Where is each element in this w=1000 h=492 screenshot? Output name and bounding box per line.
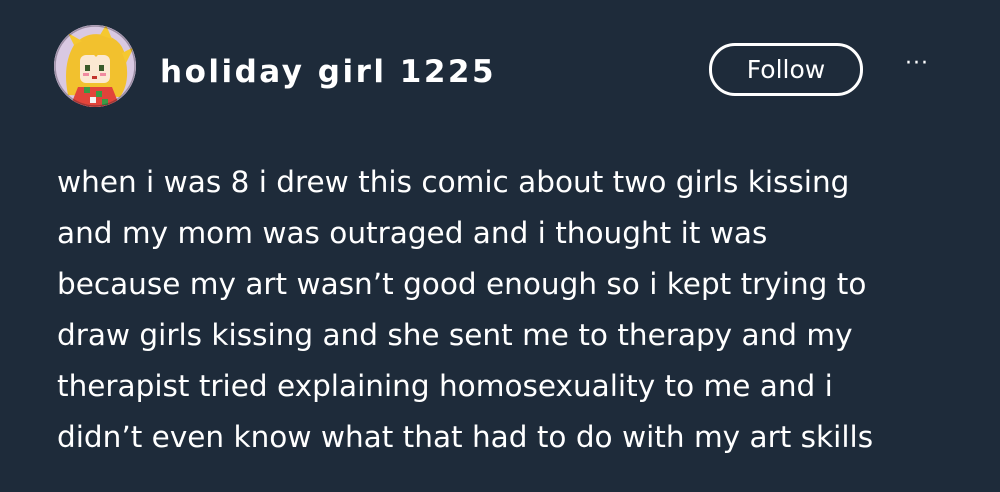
avatar[interactable]: [54, 25, 136, 107]
ellipsis-icon[interactable]: ···: [897, 52, 937, 76]
pixel-art-girl-avatar-icon: [54, 25, 136, 107]
post-text-line: draw girls kissing and she sent me to th…: [57, 318, 853, 352]
post-text-line: and my mom was outraged and i thought it…: [57, 216, 768, 250]
post-text-line: didn’t even know what that had to do wit…: [57, 420, 874, 454]
author-name[interactable]: holiday girl 1225: [160, 52, 496, 92]
post-text-line: because my art wasn’t good enough so i k…: [57, 267, 867, 301]
post-text-line: when i was 8 i drew this comic about two…: [57, 165, 850, 199]
post-text: when i was 8 i drew this comic about two…: [57, 157, 987, 463]
post-text-line: therapist tried explaining homosexuality…: [57, 369, 833, 403]
post-card: holiday girl 1225 Follow ··· when i was …: [0, 0, 1000, 492]
follow-button[interactable]: Follow: [709, 43, 863, 96]
